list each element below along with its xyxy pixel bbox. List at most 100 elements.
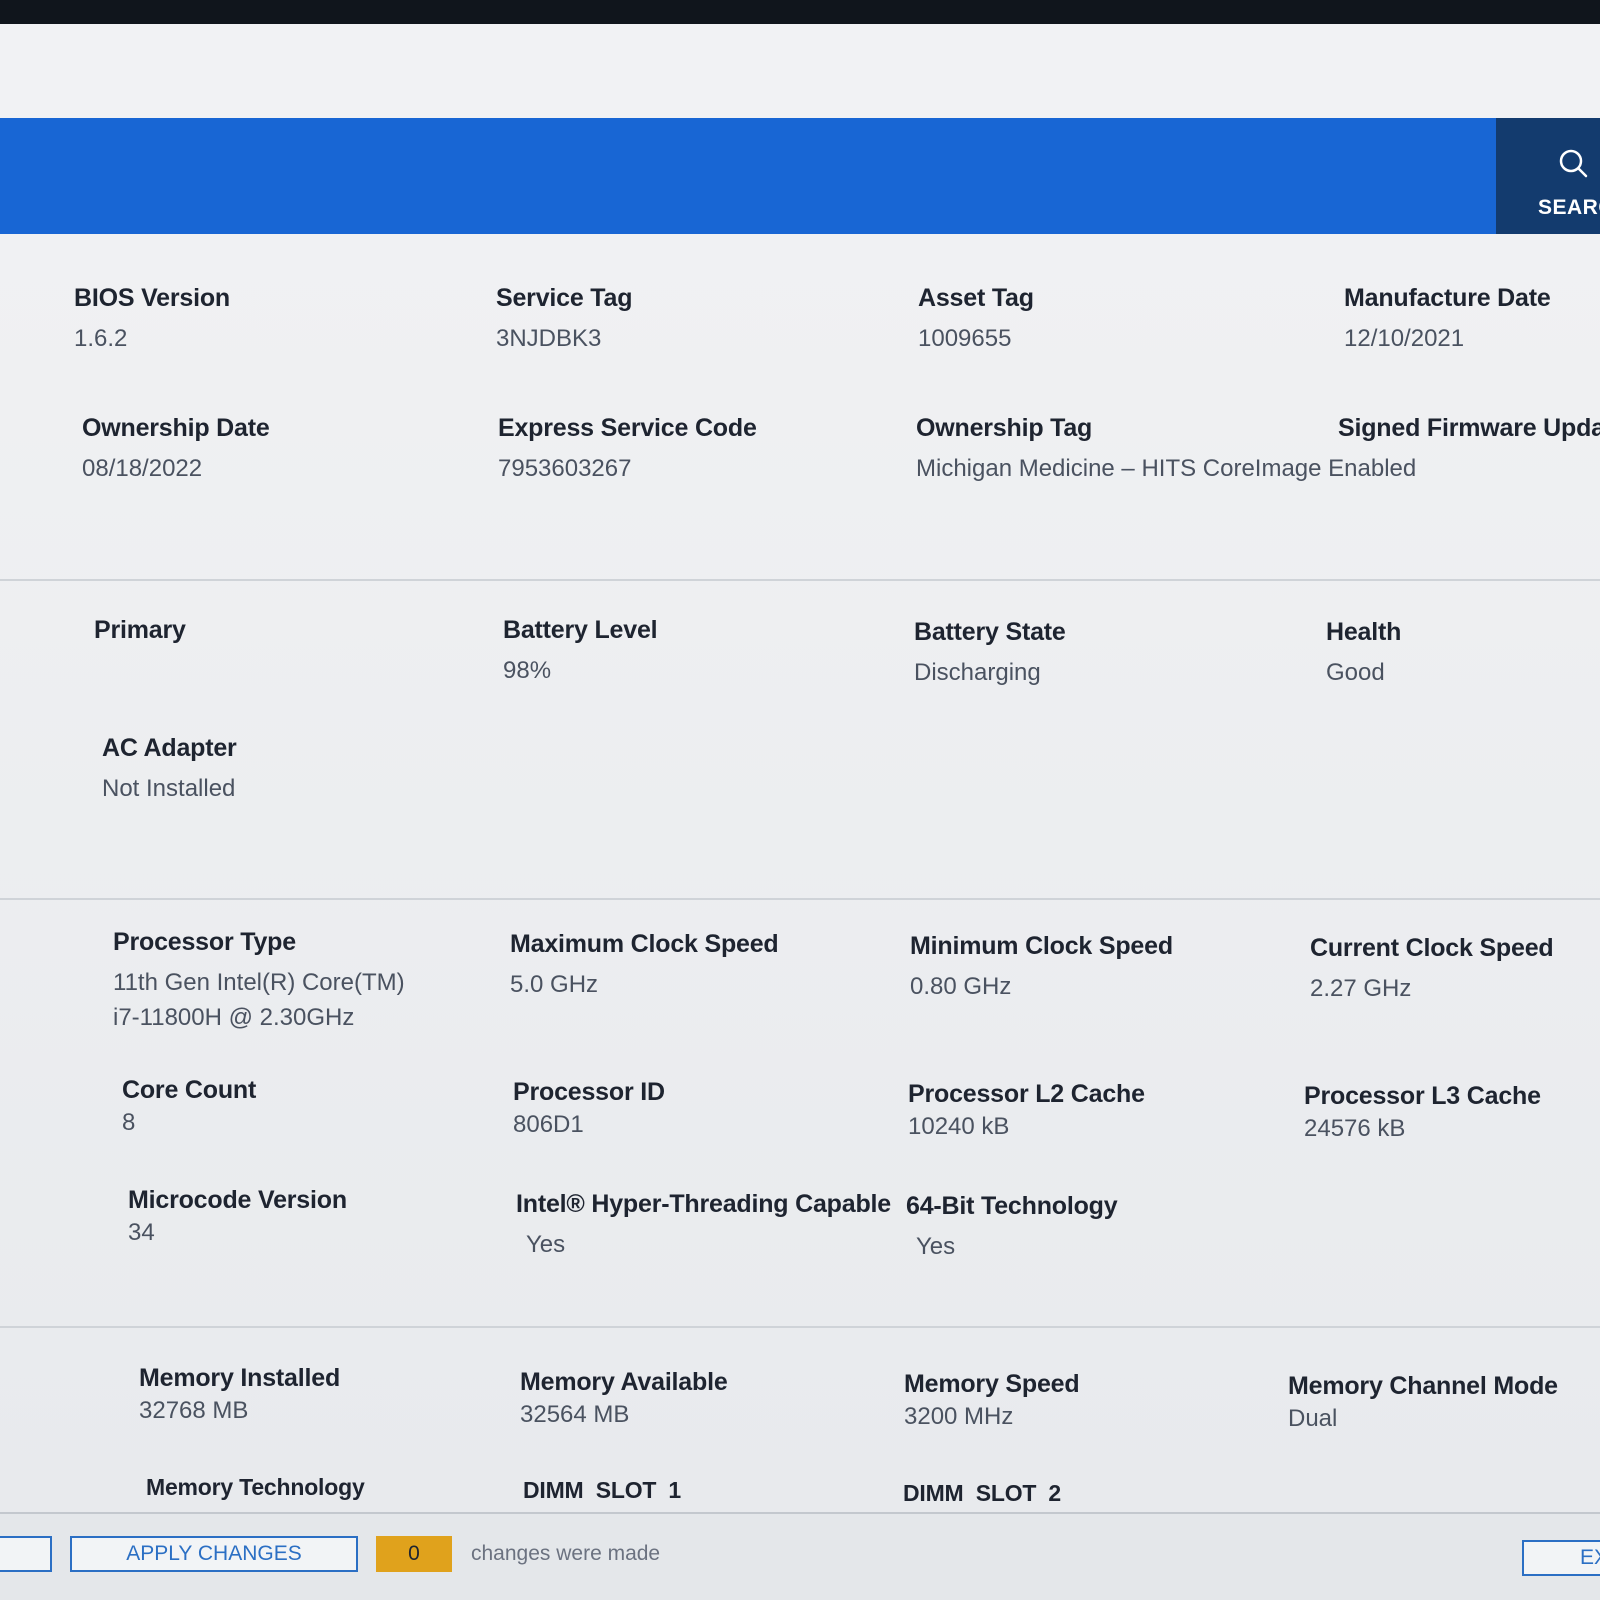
field-value: 1.6.2 <box>74 325 128 352</box>
field-label: Processor L3 Cache <box>1304 1082 1541 1110</box>
field-value: 32768 MB <box>139 1397 249 1424</box>
field-label: Express Service Code <box>498 414 757 442</box>
field-value: Not Installed <box>102 775 236 802</box>
field-label: Current Clock Speed <box>1310 934 1554 962</box>
bios-version-field: BIOS Version 1.6.2 <box>74 284 230 356</box>
field-label: Minimum Clock Speed <box>910 932 1173 960</box>
field-value: 98% <box>503 657 552 684</box>
field-value: 3NJDBK3 <box>496 325 602 352</box>
field-value: 7953603267 <box>498 455 632 482</box>
battery-level-field: Battery Level 98% <box>503 616 658 688</box>
64-bit-technology-field: 64-Bit Technology Yes <box>906 1192 1118 1264</box>
l3-cache-field: Processor L3 Cache 24576 kB <box>1304 1082 1541 1146</box>
search-icon <box>1559 149 1588 178</box>
field-label: Processor ID <box>513 1078 665 1106</box>
partial-left-button[interactable] <box>0 1536 52 1572</box>
bottom-action-bar: APPLY CHANGES 0 changes were made EXIT <box>0 1512 1600 1600</box>
field-value: 10240 kB <box>908 1113 1010 1140</box>
service-tag-field: Service Tag 3NJDBK3 <box>496 284 633 356</box>
top-strip <box>0 24 1600 118</box>
field-value-line-2: i7-11800H @ 2.30GHz <box>113 1004 355 1031</box>
max-clock-field: Maximum Clock Speed 5.0 GHz <box>510 930 779 1002</box>
search-button[interactable]: SEARCH <box>1496 118 1600 234</box>
exit-button[interactable]: EXIT <box>1522 1540 1600 1576</box>
changes-count-badge: 0 <box>376 1536 452 1572</box>
field-label: Signed Firmware Update <box>1338 414 1600 442</box>
field-value: Discharging <box>914 659 1041 686</box>
core-count-field: Core Count 8 <box>122 1076 256 1140</box>
field-value: 24576 kB <box>1304 1115 1406 1142</box>
dimm-slot-1-field: DIMM SLOT 1 <box>523 1477 681 1504</box>
current-clock-field: Current Clock Speed 2.27 GHz <box>1310 934 1554 1006</box>
field-value: 806D1 <box>513 1111 584 1138</box>
field-value: Dual <box>1288 1405 1338 1432</box>
apply-changes-button[interactable]: APPLY CHANGES <box>70 1536 358 1572</box>
field-value: 32564 MB <box>520 1401 630 1428</box>
memory-technology-field: Memory Technology <box>146 1474 365 1501</box>
ownership-date-field: Ownership Date 08/18/2022 <box>82 414 270 486</box>
battery-state-field: Battery State Discharging <box>914 618 1066 690</box>
field-label: Memory Technology <box>146 1474 365 1500</box>
field-value: Michigan Medicine – HITS CoreImage Enabl… <box>916 455 1417 482</box>
field-label: 64-Bit Technology <box>906 1192 1118 1220</box>
min-clock-field: Minimum Clock Speed 0.80 GHz <box>910 932 1173 1004</box>
section-divider <box>0 1326 1600 1328</box>
changes-status-text: changes were made <box>471 1542 661 1565</box>
processor-type-field: Processor Type 11th Gen Intel(R) Core(TM… <box>113 928 405 1035</box>
field-value: 3200 MHz <box>904 1403 1014 1430</box>
bios-setup-screen: SEARCH BIOS Version 1.6.2 Service Tag 3N… <box>0 24 1600 1600</box>
field-label: Maximum Clock Speed <box>510 930 779 958</box>
header-bar <box>0 118 1500 234</box>
field-value: 08/18/2022 <box>82 455 203 482</box>
field-label: Memory Available <box>520 1368 728 1396</box>
field-value: Good <box>1326 659 1385 686</box>
primary-battery-field: Primary <box>94 616 186 645</box>
system-information-panel: BIOS Version 1.6.2 Service Tag 3NJDBK3 A… <box>0 234 1600 1512</box>
field-label: Microcode Version <box>128 1186 347 1214</box>
manufacture-date-field: Manufacture Date 12/10/2021 <box>1344 284 1551 356</box>
memory-speed-field: Memory Speed 3200 MHz <box>904 1370 1080 1434</box>
field-label: Battery State <box>914 618 1066 646</box>
field-label: Primary <box>94 616 186 644</box>
field-label: Memory Speed <box>904 1370 1080 1398</box>
health-field: Health Good <box>1326 618 1401 690</box>
processor-id-field: Processor ID 806D1 <box>513 1078 665 1142</box>
field-label: Memory Installed <box>139 1364 341 1392</box>
memory-available-field: Memory Available 32564 MB <box>520 1368 728 1432</box>
field-value: 5.0 GHz <box>510 971 599 998</box>
l2-cache-field: Processor L2 Cache 10240 kB <box>908 1080 1145 1144</box>
dimm-slot-2-field: DIMM SLOT 2 <box>903 1480 1061 1507</box>
memory-channel-mode-field: Memory Channel Mode Dual <box>1288 1372 1558 1436</box>
section-divider <box>0 898 1600 900</box>
field-value-line-1: 11th Gen Intel(R) Core(TM) <box>113 969 405 996</box>
ac-adapter-field: AC Adapter Not Installed <box>102 734 237 806</box>
field-label: Battery Level <box>503 616 658 644</box>
field-label: AC Adapter <box>102 734 237 762</box>
field-label: DIMM SLOT 1 <box>523 1477 682 1503</box>
field-label: Ownership Date <box>82 414 270 442</box>
field-label: Memory Channel Mode <box>1288 1372 1558 1400</box>
field-value: 2.27 GHz <box>1310 975 1412 1002</box>
field-value: Yes <box>526 1231 566 1258</box>
section-divider <box>0 579 1600 581</box>
asset-tag-field: Asset Tag 1009655 <box>918 284 1034 356</box>
field-value: 0.80 GHz <box>910 973 1012 1000</box>
field-label: Service Tag <box>496 284 633 312</box>
signed-firmware-update-field: Signed Firmware Update <box>1338 414 1600 443</box>
field-label: BIOS Version <box>74 284 230 312</box>
field-value: Yes <box>916 1233 956 1260</box>
memory-installed-field: Memory Installed 32768 MB <box>139 1364 340 1428</box>
field-value: 12/10/2021 <box>1344 325 1465 352</box>
exit-label: EXIT <box>1580 1546 1600 1569</box>
field-label: Manufacture Date <box>1344 284 1551 312</box>
search-label: SEARCH <box>1538 196 1600 219</box>
field-label: Core Count <box>122 1076 257 1104</box>
field-label: Processor Type <box>113 928 296 956</box>
field-label: Intel® Hyper-Threading Capable <box>516 1190 891 1218</box>
express-service-code-field: Express Service Code 7953603267 <box>498 414 757 486</box>
field-label: Processor L2 Cache <box>908 1080 1145 1108</box>
field-label: DIMM SLOT 2 <box>903 1480 1062 1506</box>
field-value: 8 <box>122 1109 136 1136</box>
microcode-version-field: Microcode Version 34 <box>128 1186 347 1250</box>
hyperthreading-field: Intel® Hyper-Threading Capable Yes <box>516 1190 891 1262</box>
